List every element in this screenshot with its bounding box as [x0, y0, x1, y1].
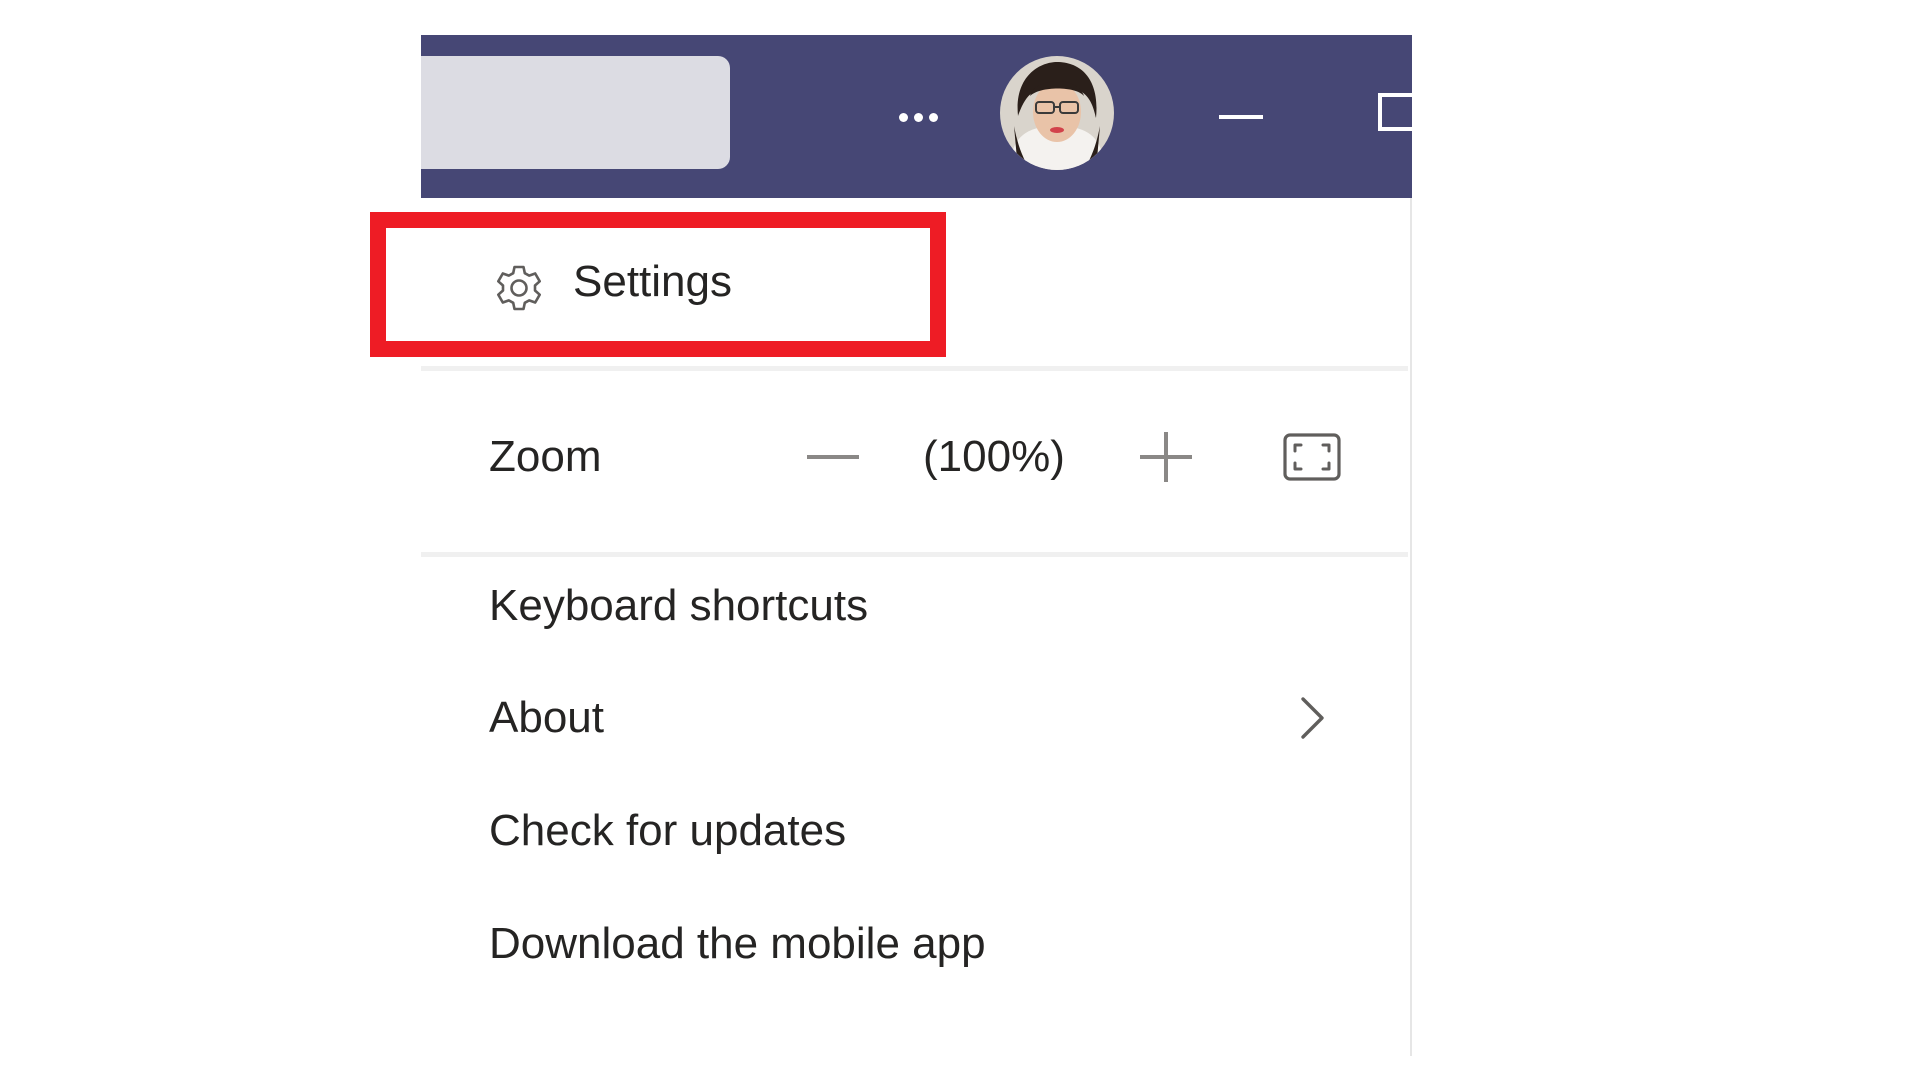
- keyboard-shortcuts-label: Keyboard shortcuts: [489, 581, 869, 630]
- fullscreen-button[interactable]: [1281, 431, 1343, 483]
- menu-item-keyboard-shortcuts[interactable]: Keyboard shortcuts: [421, 553, 1410, 659]
- gear-icon: [497, 265, 541, 311]
- menu-divider: [421, 366, 1408, 371]
- title-bar: [421, 35, 1412, 198]
- check-updates-label: Check for updates: [489, 806, 847, 855]
- zoom-label: Zoom: [489, 432, 602, 481]
- screenshot-stage: Settings Zoom (100%) Keyboard shortcuts …: [0, 0, 1920, 1080]
- settings-label: Settings: [573, 257, 732, 306]
- maximize-button[interactable]: [1371, 93, 1412, 139]
- about-label: About: [489, 693, 604, 742]
- zoom-row: Zoom (100%): [421, 389, 1410, 524]
- menu-item-settings[interactable]: Settings: [421, 224, 1410, 340]
- settings-menu: Settings Zoom (100%) Keyboard shortcuts …: [421, 198, 1412, 1056]
- avatar[interactable]: [1000, 56, 1114, 170]
- ellipsis-icon-dot: [913, 112, 923, 122]
- minimize-button[interactable]: [1211, 95, 1271, 139]
- maximize-icon: [1378, 93, 1412, 131]
- zoom-out-button[interactable]: [799, 434, 869, 479]
- ellipsis-icon-dot: [928, 112, 938, 122]
- zoom-level: (100%): [923, 432, 1065, 481]
- menu-item-download-mobile-app[interactable]: Download the mobile app: [421, 891, 1410, 997]
- chevron-right-icon: [1301, 697, 1324, 739]
- zoom-in-button[interactable]: [1136, 429, 1196, 485]
- download-app-label: Download the mobile app: [489, 919, 986, 968]
- menu-item-check-for-updates[interactable]: Check for updates: [421, 778, 1410, 884]
- more-options-button[interactable]: [882, 95, 954, 139]
- ellipsis-icon: [898, 112, 908, 122]
- minus-icon: [807, 455, 859, 459]
- avatar-image: [1000, 56, 1114, 170]
- minimize-icon: [1219, 115, 1263, 119]
- search-box[interactable]: [421, 56, 730, 169]
- menu-item-about[interactable]: About: [421, 665, 1410, 771]
